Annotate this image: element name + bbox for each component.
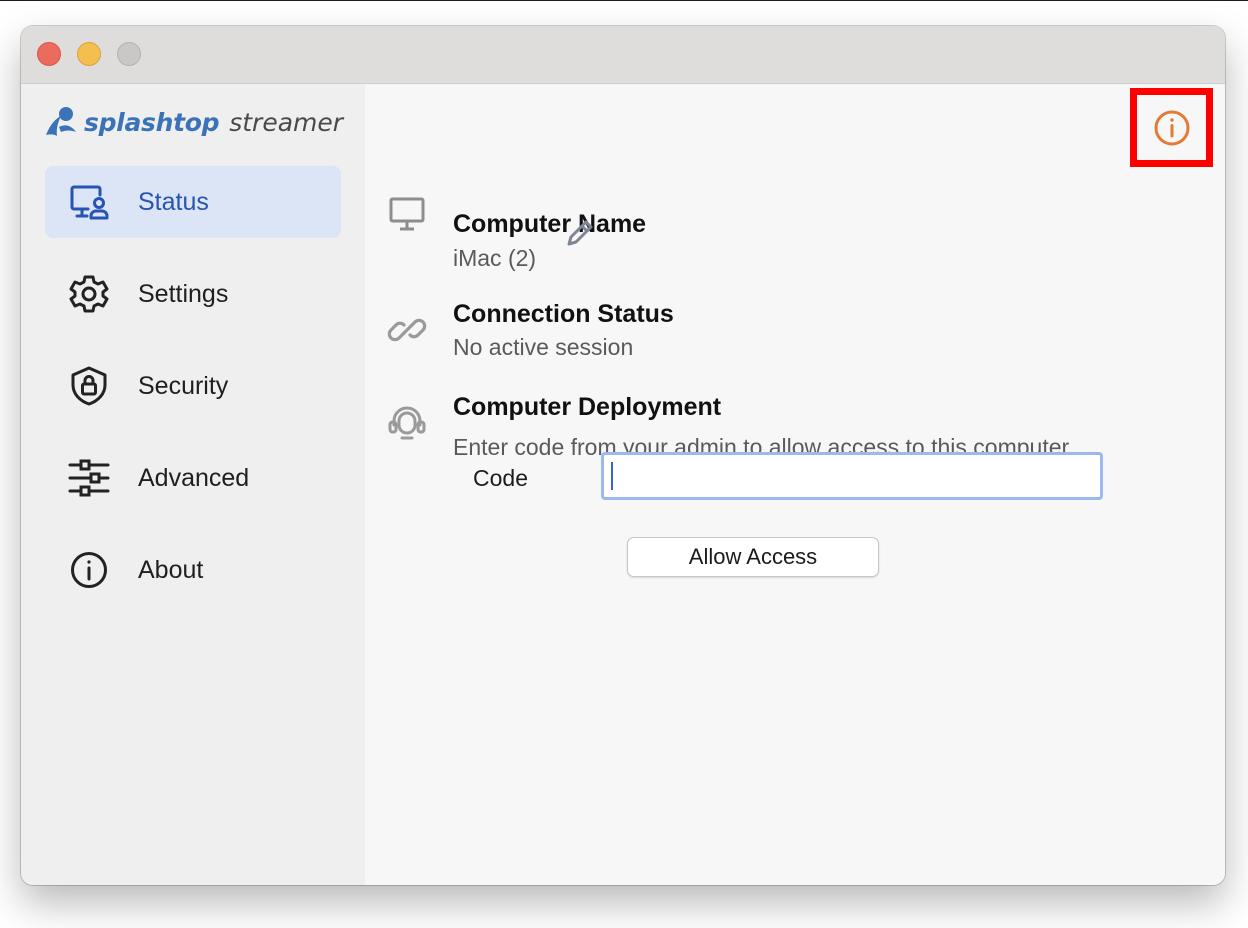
deployment-title: Computer Deployment	[453, 393, 722, 421]
minimize-window-button[interactable]	[77, 42, 101, 66]
sidebar-item-security[interactable]: Security	[45, 350, 341, 422]
sidebar-item-label: Security	[138, 371, 229, 400]
logo-product-text: streamer	[229, 107, 344, 137]
sidebar-item-label: About	[138, 555, 204, 584]
zoom-window-button[interactable]	[117, 42, 141, 66]
screen-top-edge	[0, 0, 1248, 1]
app-window: splashtop streamer Status Settings Secur…	[21, 26, 1225, 885]
computer-name-value: iMac (2)	[453, 245, 537, 271]
sidebar-item-label: Status	[138, 187, 209, 216]
pencil-icon[interactable]	[563, 216, 597, 250]
close-window-button[interactable]	[37, 42, 61, 66]
allow-access-button[interactable]: Allow Access	[627, 537, 879, 577]
app-logo: splashtop streamer	[42, 104, 343, 140]
title-bar	[21, 26, 1225, 84]
main-panel: Computer Name iMac (2) Connection Status…	[365, 84, 1225, 885]
sidebar-item-advanced[interactable]: Advanced	[45, 442, 341, 514]
monitor-user-icon	[67, 180, 111, 224]
sidebar-item-label: Settings	[138, 279, 229, 308]
sidebar-item-status[interactable]: Status	[45, 166, 341, 238]
sidebar: splashtop streamer Status Settings Secur…	[21, 84, 365, 885]
splashtop-logo-icon	[46, 107, 76, 136]
link-icon	[385, 308, 429, 352]
sidebar-item-about[interactable]: About	[45, 534, 341, 606]
logo-brand-text: splashtop	[84, 107, 220, 137]
monitor-icon	[385, 192, 429, 236]
info-circle-icon	[1154, 110, 1189, 145]
headset-icon	[385, 400, 429, 444]
computer-name-title: Computer Name	[453, 210, 647, 238]
info-circle-icon	[67, 548, 111, 592]
info-button[interactable]	[1130, 88, 1213, 167]
sidebar-item-label: Advanced	[138, 463, 250, 492]
text-caret	[611, 462, 613, 490]
code-label: Code	[473, 465, 528, 491]
sidebar-item-settings[interactable]: Settings	[45, 258, 341, 330]
code-input[interactable]	[601, 452, 1103, 500]
shield-lock-icon	[67, 364, 111, 408]
connection-status-value: No active session	[453, 334, 634, 360]
sliders-icon	[67, 456, 111, 500]
gear-icon	[67, 272, 111, 316]
connection-status-title: Connection Status	[453, 300, 674, 328]
